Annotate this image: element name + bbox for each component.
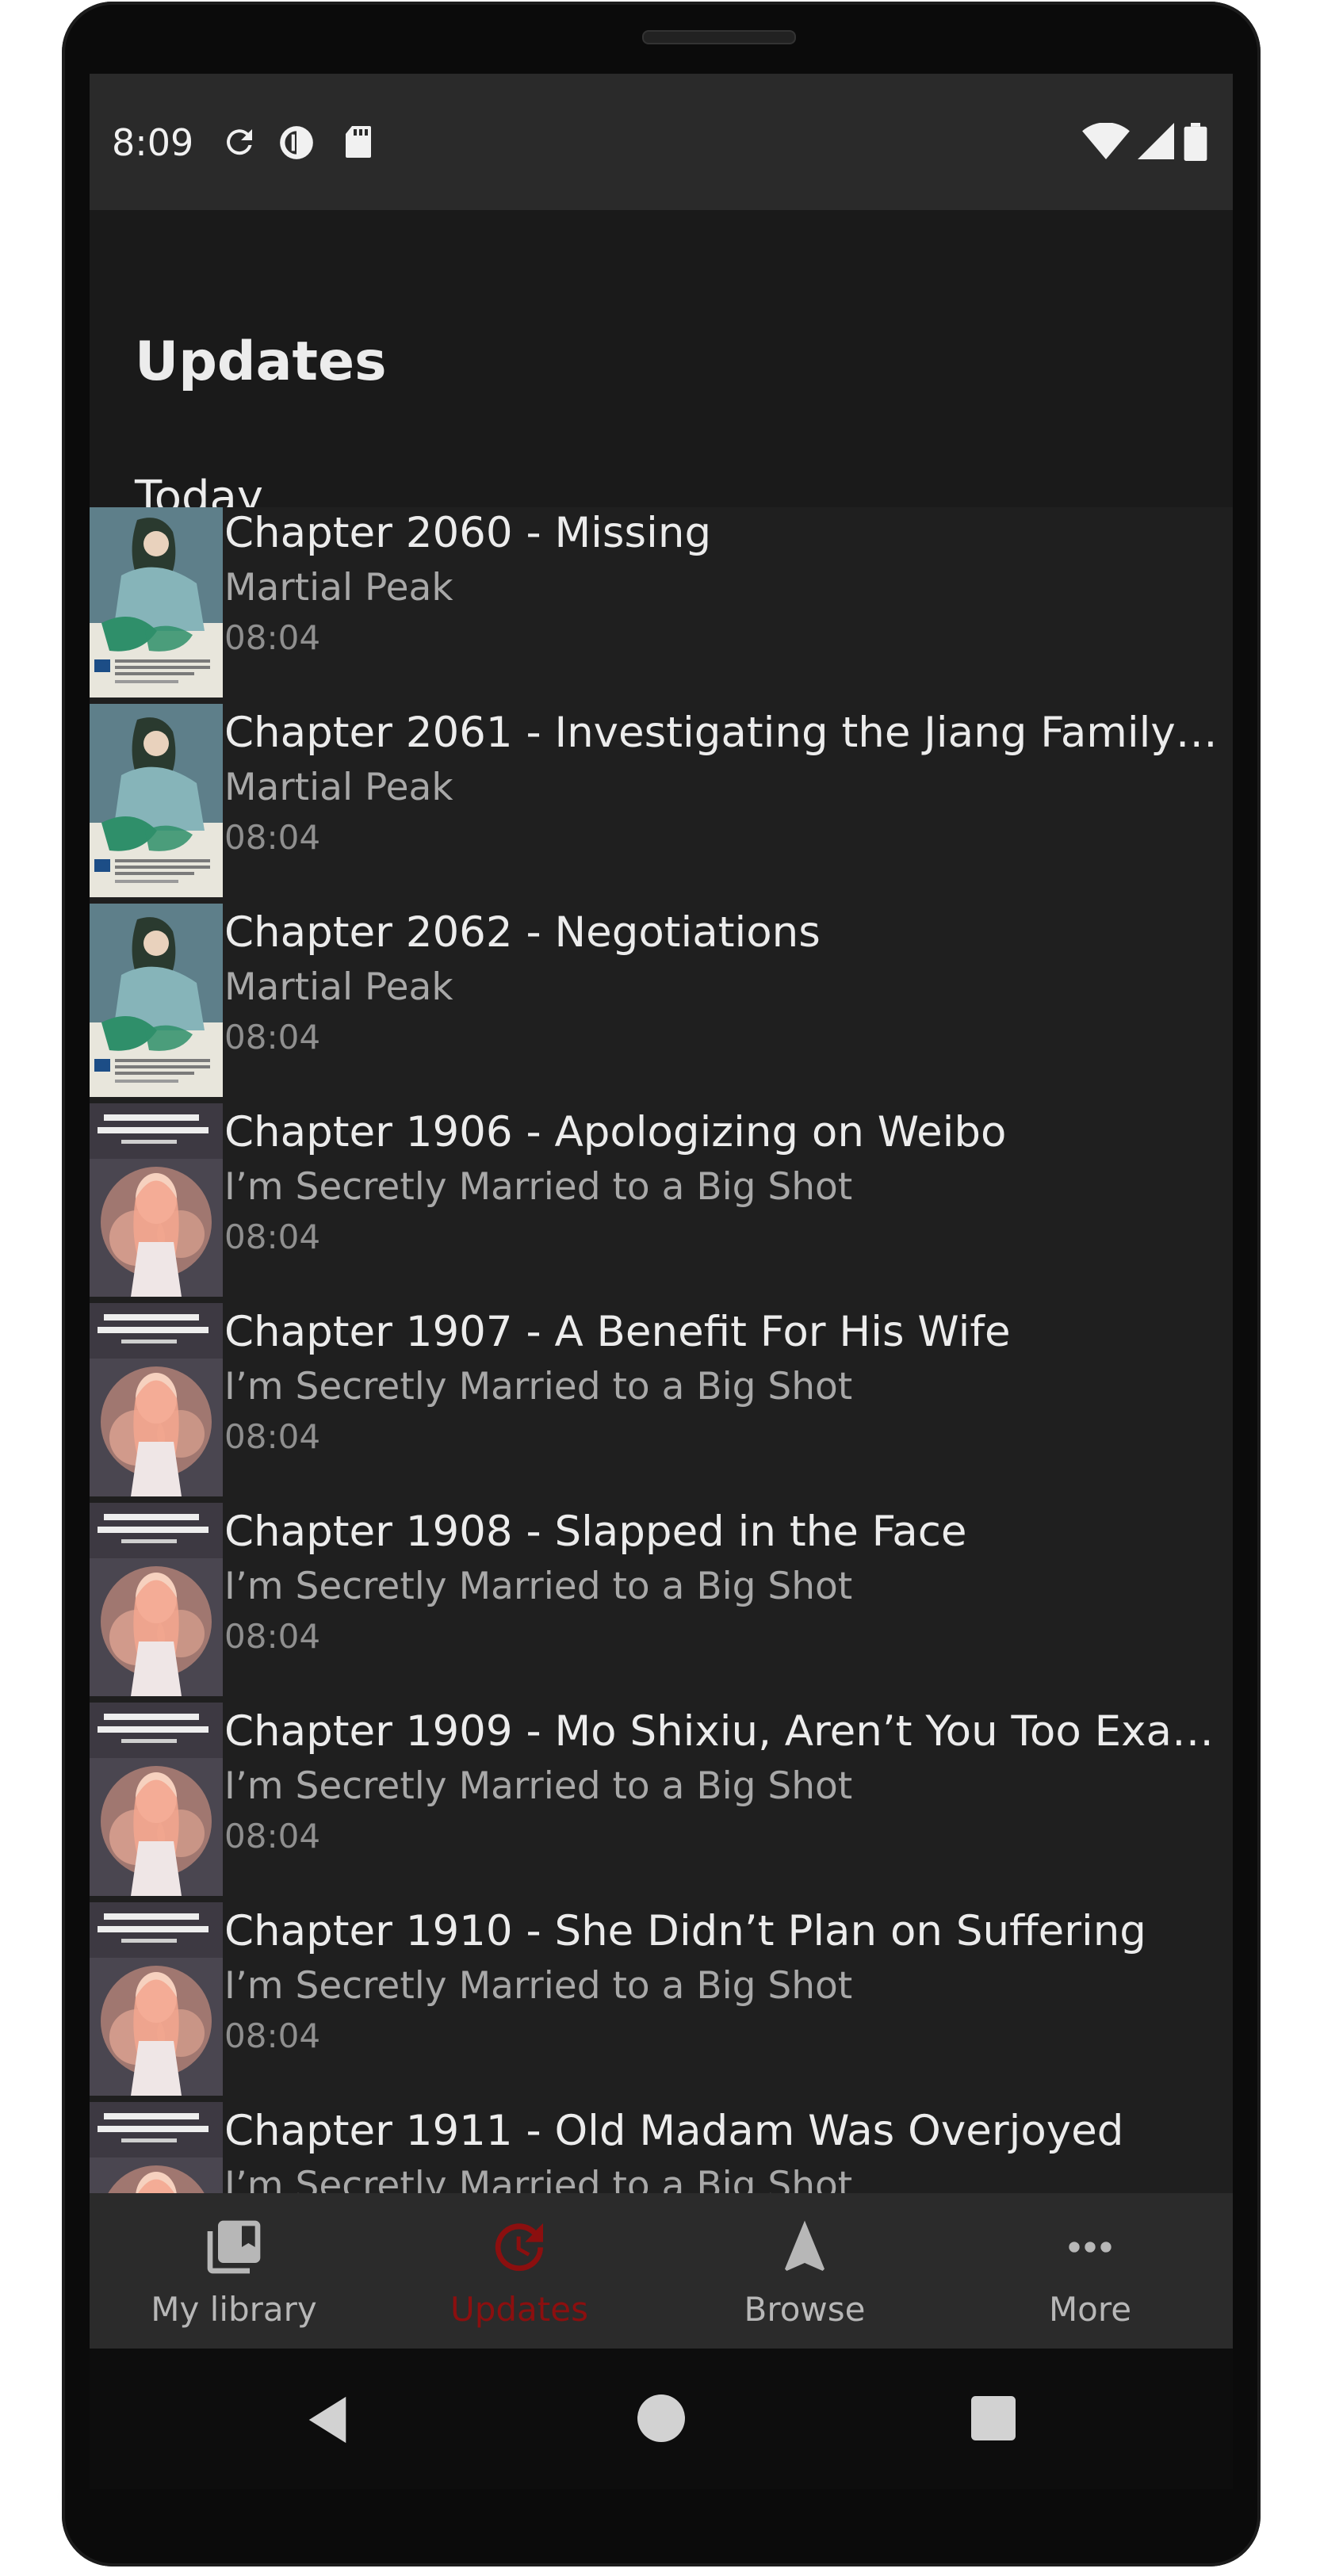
manga-cover-big-shot xyxy=(90,1703,223,1896)
manga-title: Martial Peak xyxy=(224,965,453,1009)
update-row[interactable]: Chapter 1908 - Slapped in the Face I’m Se… xyxy=(90,1496,1233,1696)
manga-title: I’m Secretly Married to a Big Shot xyxy=(224,1565,853,1608)
chapter-title: Chapter 1907 - A Benefit For His Wife xyxy=(224,1308,1011,1356)
manga-title: Martial Peak xyxy=(224,566,453,610)
manga-title: I’m Secretly Married to a Big Shot xyxy=(224,1964,853,2008)
updates-icon xyxy=(495,2223,543,2272)
manga-cover[interactable] xyxy=(90,2102,223,2193)
manga-title: I’m Secretly Married to a Big Shot xyxy=(224,1764,853,1808)
manga-cover-martial-peak xyxy=(90,704,223,897)
nav-label: Updates xyxy=(450,2290,588,2329)
status-time: 8:09 xyxy=(112,121,194,164)
manga-cover[interactable] xyxy=(90,1103,223,1297)
manga-cover[interactable] xyxy=(90,704,223,897)
signal-icon xyxy=(1138,123,1174,159)
nav-more[interactable]: More xyxy=(947,2193,1233,2349)
browse-icon xyxy=(785,2220,825,2271)
update-row[interactable]: Chapter 2060 - Missing Martial Peak 08:04 xyxy=(90,507,1233,698)
updates-list[interactable]: Chapter 2060 - Missing Martial Peak 08:04 C… xyxy=(90,507,1233,2193)
update-row[interactable]: Chapter 1909 - Mo Shixiu, Aren’t You Too… xyxy=(90,1696,1233,1896)
library-icon xyxy=(207,2220,261,2274)
update-time: 08:04 xyxy=(224,818,321,857)
page-title: Updates xyxy=(135,331,387,393)
nav-label: More xyxy=(1048,2290,1132,2329)
manga-cover-martial-peak xyxy=(90,904,223,1097)
update-row[interactable]: Chapter 1906 - Apologizing on Weibo I’m S… xyxy=(90,1097,1233,1297)
update-row[interactable]: Chapter 1910 - She Didn’t Plan on Suffer… xyxy=(90,1896,1233,2096)
nav-my-library[interactable]: My library xyxy=(91,2193,377,2349)
nav-label: My library xyxy=(151,2290,317,2329)
app-bar: Updates Today xyxy=(90,210,1233,523)
update-row[interactable]: Chapter 2061 - Investigating the Jiang F… xyxy=(90,698,1233,897)
wifi-icon xyxy=(1082,123,1130,159)
update-time: 08:04 xyxy=(224,1018,321,1057)
manga-cover[interactable] xyxy=(90,904,223,1097)
nav-browse[interactable]: Browse xyxy=(662,2193,947,2349)
nav-label: Browse xyxy=(744,2290,866,2329)
update-row[interactable]: Chapter 1911 - Old Madam Was Overjoyed I’… xyxy=(90,2096,1233,2193)
screen: 8:09 Updates Today Chapter 2060 - Missin… xyxy=(90,74,1233,2489)
manga-cover-big-shot xyxy=(90,1103,223,1297)
update-row[interactable]: Chapter 1907 - A Benefit For His Wife I’m… xyxy=(90,1297,1233,1496)
manga-cover[interactable] xyxy=(90,1503,223,1696)
update-time: 08:04 xyxy=(224,618,321,657)
chapter-title: Chapter 1910 - She Didn’t Plan on Suffer… xyxy=(224,1907,1146,1955)
manga-cover-big-shot xyxy=(90,1503,223,1696)
battery-icon xyxy=(1184,123,1207,161)
home-icon[interactable] xyxy=(637,2394,685,2442)
speaker-grille xyxy=(642,30,796,44)
manga-cover[interactable] xyxy=(90,1703,223,1896)
manga-cover[interactable] xyxy=(90,1303,223,1496)
chapter-title: Chapter 2061 - Investigating the Jiang F… xyxy=(224,709,1227,757)
manga-cover-big-shot xyxy=(90,1303,223,1496)
chapter-title: Chapter 1909 - Mo Shixiu, Aren’t You Too… xyxy=(224,1707,1227,1756)
update-time: 08:04 xyxy=(224,1617,321,1656)
chapter-title: Chapter 2062 - Negotiations xyxy=(224,908,821,957)
manga-cover-big-shot xyxy=(90,1902,223,2096)
manga-cover-martial-peak xyxy=(90,507,223,698)
chapter-title: Chapter 1908 - Slapped in the Face xyxy=(224,1508,967,1556)
chapter-title: Chapter 1906 - Apologizing on Weibo xyxy=(224,1108,1007,1156)
nav-updates[interactable]: Updates xyxy=(377,2193,662,2349)
data-saver-icon xyxy=(280,126,313,159)
manga-title: I’m Secretly Married to a Big Shot xyxy=(224,1365,853,1408)
manga-cover[interactable] xyxy=(90,507,223,698)
manga-title: I’m Secretly Married to a Big Shot xyxy=(224,2164,853,2193)
chapter-title: Chapter 1911 - Old Madam Was Overjoyed xyxy=(224,2107,1124,2155)
update-time: 08:04 xyxy=(224,2016,321,2055)
status-bar: 8:09 xyxy=(90,74,1233,210)
update-time: 08:04 xyxy=(224,1817,321,1856)
manga-cover-big-shot xyxy=(90,2102,223,2193)
more-icon xyxy=(1069,2242,1111,2253)
back-icon[interactable] xyxy=(304,2394,351,2445)
update-time: 08:04 xyxy=(224,1217,321,1256)
manga-title: I’m Secretly Married to a Big Shot xyxy=(224,1165,853,1209)
update-row[interactable]: Chapter 2062 - Negotiations Martial Peak 0… xyxy=(90,897,1233,1097)
sync-icon xyxy=(227,129,252,155)
sd-card-icon xyxy=(346,126,371,158)
manga-title: Martial Peak xyxy=(224,766,453,809)
update-time: 08:04 xyxy=(224,1417,321,1456)
chapter-title: Chapter 2060 - Missing xyxy=(224,509,712,557)
bottom-navigation: My library Updates Browse More xyxy=(90,2193,1233,2349)
manga-cover[interactable] xyxy=(90,1902,223,2096)
recents-icon[interactable] xyxy=(971,2396,1016,2440)
system-navigation-bar xyxy=(90,2349,1233,2489)
